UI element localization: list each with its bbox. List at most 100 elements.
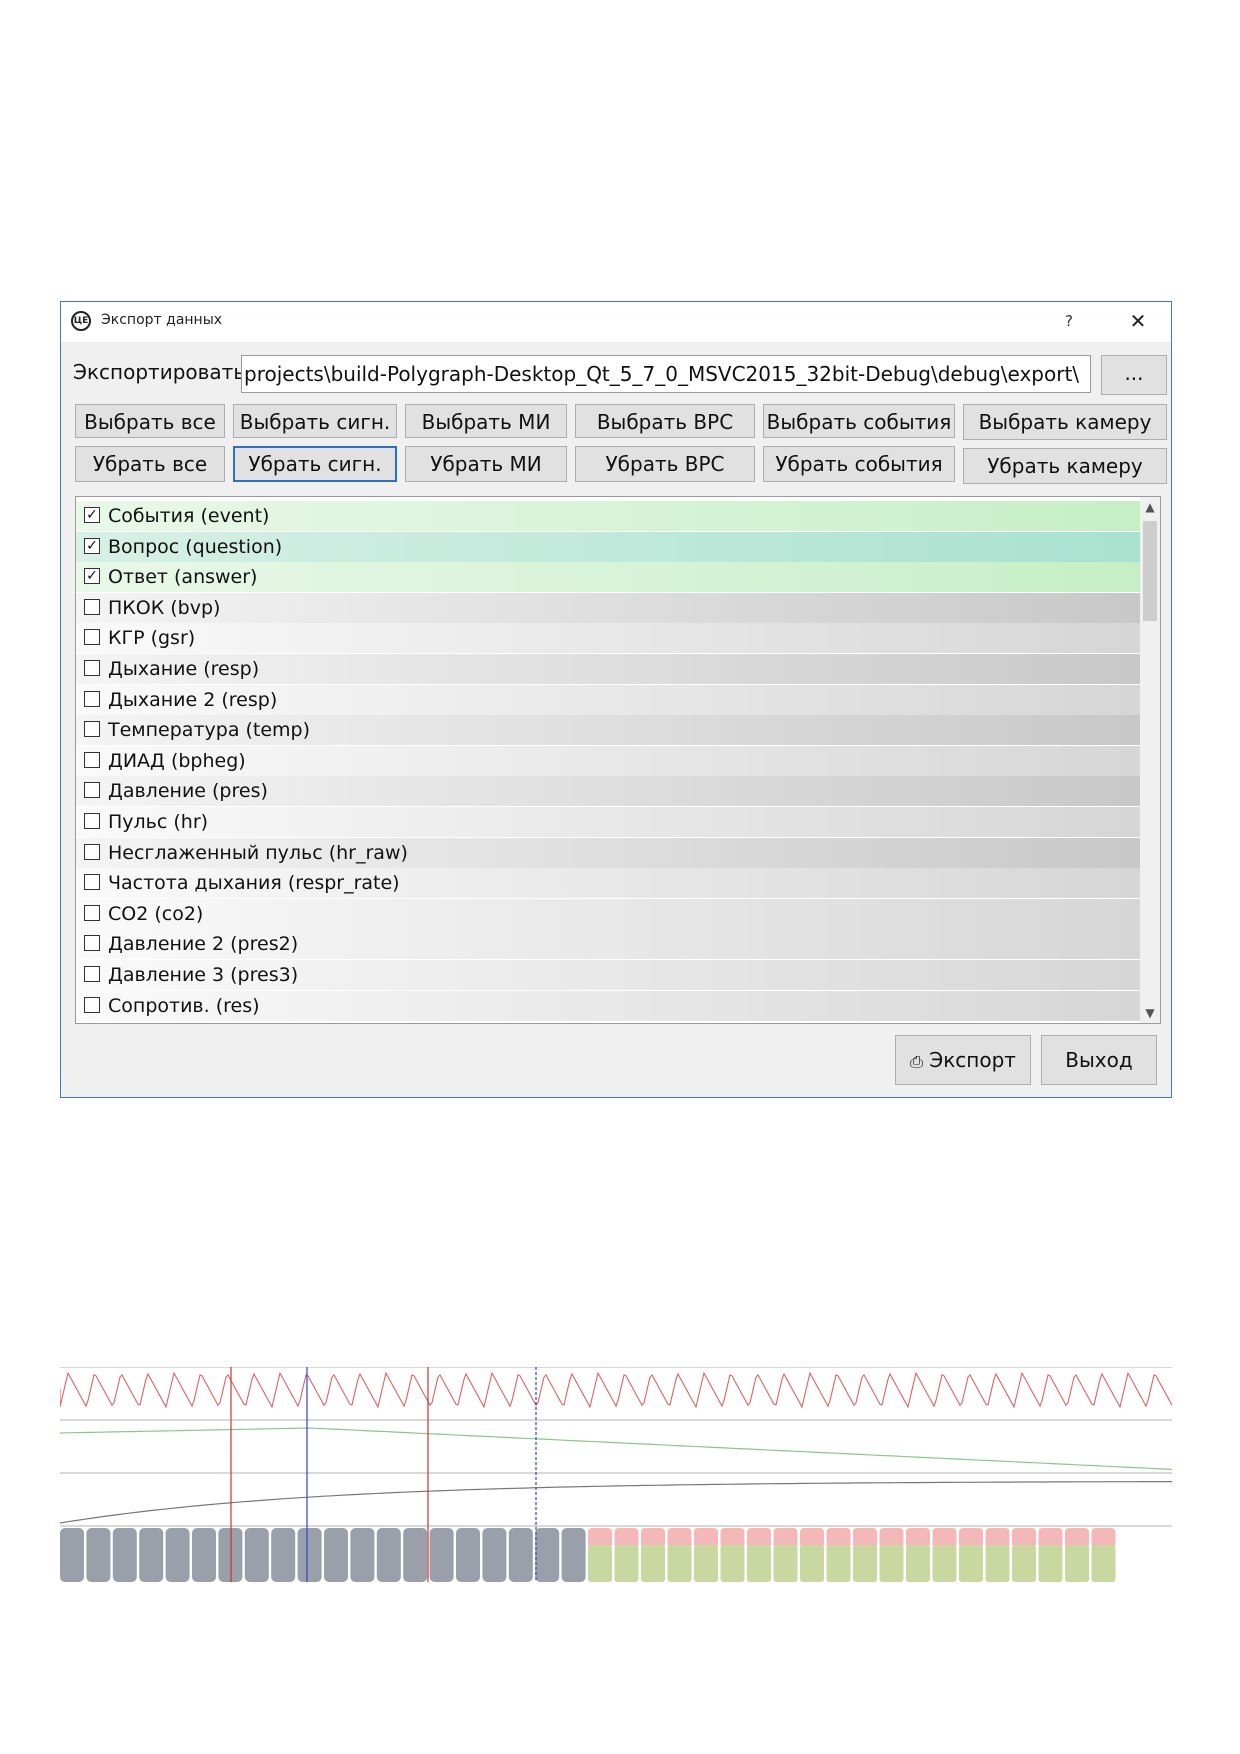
answer-block xyxy=(853,1545,877,1582)
gsr-waveform xyxy=(60,1427,1172,1470)
event-block xyxy=(244,1528,269,1582)
checkbox-unchecked-icon[interactable] xyxy=(84,904,100,921)
deselect-all-button[interactable]: Убрать все xyxy=(75,446,225,482)
channel-label: Несглаженный пульс (hr_raw) xyxy=(108,841,408,864)
channel-row[interactable]: Пульс (hr) xyxy=(76,807,1140,837)
channel-row[interactable]: ДИАД (bpheg) xyxy=(76,745,1140,776)
channel-row[interactable]: Давление (pres) xyxy=(76,776,1140,807)
checkbox-unchecked-icon[interactable] xyxy=(84,996,100,1013)
channel-row[interactable]: ✓ События (event) xyxy=(76,501,1140,531)
channel-row[interactable]: Несглаженный пульс (hr_raw) xyxy=(76,837,1140,868)
channel-row[interactable]: ✓ Вопрос (question) xyxy=(76,531,1140,562)
close-button[interactable]: ✕ xyxy=(1121,306,1155,336)
event-block xyxy=(482,1528,507,1582)
checkbox-unchecked-icon[interactable] xyxy=(84,629,100,646)
select-mi-button[interactable]: Выбрать МИ xyxy=(405,404,567,438)
channel-row[interactable]: ✓ Ответ (answer) xyxy=(76,562,1140,593)
scroll-up-arrow-icon[interactable]: ▲ xyxy=(1140,497,1160,517)
answer-block xyxy=(906,1545,930,1582)
temperature-waveform xyxy=(60,1481,1172,1524)
exit-button[interactable]: Выход xyxy=(1041,1035,1157,1085)
checkbox-unchecked-icon[interactable] xyxy=(84,751,100,768)
signal-waveform-preview xyxy=(60,1367,1172,1582)
browse-button[interactable]: ... xyxy=(1101,355,1167,395)
checkbox-unchecked-icon[interactable] xyxy=(84,813,100,829)
select-signals-button[interactable]: Выбрать сигн. xyxy=(233,404,397,438)
channel-label: CO2 (co2) xyxy=(108,902,204,925)
export-path-label: Экспортировать xyxy=(73,360,246,384)
event-block xyxy=(112,1528,137,1582)
event-block xyxy=(376,1528,401,1582)
channel-label: Сопротив. (res) xyxy=(108,994,260,1017)
answer-block xyxy=(1012,1545,1036,1582)
list-scrollbar[interactable]: ▲ ▼ xyxy=(1140,497,1160,1023)
channel-label: Частота дыхания (respr_rate) xyxy=(108,872,400,895)
scrollbar-thumb[interactable] xyxy=(1143,521,1157,621)
channel-list[interactable]: ✓ События (event) ✓ Вопрос (question) ✓ Ответ… xyxy=(75,496,1161,1024)
channel-label: Давление 2 (pres2) xyxy=(108,933,299,956)
event-block xyxy=(456,1528,480,1582)
deselect-vrs-button[interactable]: Убрать ВРС xyxy=(575,446,755,482)
channel-row[interactable]: Частота дыхания (respr_rate) xyxy=(76,868,1140,899)
help-button[interactable]: ? xyxy=(1053,306,1085,336)
pulse-waveform xyxy=(60,1371,1172,1409)
channel-row[interactable]: Дыхание 2 (resp) xyxy=(76,684,1140,715)
answer-block xyxy=(720,1545,745,1582)
checkbox-unchecked-icon[interactable] xyxy=(84,966,100,982)
checkbox-unchecked-icon[interactable] xyxy=(84,721,100,738)
select-events-button[interactable]: Выбрать события xyxy=(763,404,955,438)
deselect-events-button[interactable]: Убрать события xyxy=(763,446,955,482)
answer-block xyxy=(800,1545,824,1582)
channel-row[interactable]: КГР (gsr) xyxy=(76,623,1140,654)
checkbox-unchecked-icon[interactable] xyxy=(84,935,100,952)
event-block xyxy=(508,1528,533,1582)
event-block xyxy=(139,1528,164,1582)
channel-label: Давление 3 (pres3) xyxy=(108,964,299,986)
title-bar[interactable]: ЦЕ Экспорт данных ? ✕ xyxy=(61,302,1171,342)
answer-block xyxy=(826,1545,851,1582)
channel-label: События (event) xyxy=(108,505,270,527)
select-camera-button[interactable]: Выбрать камеру xyxy=(963,404,1167,440)
event-block xyxy=(297,1528,322,1582)
checkbox-checked-icon[interactable]: ✓ xyxy=(84,568,100,585)
channel-row[interactable]: Давление 3 (pres3) xyxy=(76,960,1140,990)
select-vrs-button[interactable]: Выбрать ВРС xyxy=(575,404,755,438)
checkbox-unchecked-icon[interactable] xyxy=(84,843,100,860)
polygraph-logo-icon: ЦЕ xyxy=(71,311,91,331)
checkbox-checked-icon[interactable]: ✓ xyxy=(84,507,100,523)
channel-row[interactable]: Температура (temp) xyxy=(76,715,1140,746)
event-block xyxy=(60,1528,84,1582)
deselect-signals-button[interactable]: Убрать сигн. xyxy=(233,446,397,482)
checkbox-checked-icon[interactable]: ✓ xyxy=(84,537,100,554)
deselect-camera-button[interactable]: Убрать камеру xyxy=(963,448,1167,484)
export-dialog: ЦЕ Экспорт данных ? ✕ Экспортировать pro… xyxy=(60,301,1172,1098)
checkbox-unchecked-icon[interactable] xyxy=(84,690,100,707)
checkbox-unchecked-icon[interactable] xyxy=(84,660,100,676)
deselect-mi-button[interactable]: Убрать МИ xyxy=(405,446,567,482)
channel-row[interactable]: Сопротив. (res) xyxy=(76,990,1140,1021)
channel-row[interactable]: Давление 2 (pres2) xyxy=(76,929,1140,960)
export-path-input[interactable]: projects\build-Polygraph-Desktop_Qt_5_7_… xyxy=(241,355,1091,393)
channel-label: КГР (gsr) xyxy=(108,627,196,650)
answer-block xyxy=(641,1545,665,1582)
scroll-down-arrow-icon[interactable]: ▼ xyxy=(1140,1003,1160,1023)
export-button-label: Экспорт xyxy=(929,1048,1016,1072)
answer-block xyxy=(959,1545,983,1582)
export-button[interactable]: ⎙ Экспорт xyxy=(895,1035,1031,1085)
channel-label: Дыхание 2 (resp) xyxy=(108,688,278,711)
channel-label: Давление (pres) xyxy=(108,780,268,803)
checkbox-unchecked-icon[interactable] xyxy=(84,874,100,891)
checkbox-unchecked-icon[interactable] xyxy=(84,782,100,799)
channel-label: Вопрос (question) xyxy=(108,535,283,558)
answer-block xyxy=(773,1545,798,1582)
channel-row[interactable]: CO2 (co2) xyxy=(76,898,1140,929)
channel-row[interactable]: Дыхание (resp) xyxy=(76,654,1140,684)
channel-label: Пульс (hr) xyxy=(108,811,209,833)
channel-row[interactable]: ПКОК (bvp) xyxy=(76,592,1140,623)
window-title: Экспорт данных xyxy=(101,312,223,328)
event-block xyxy=(165,1528,190,1582)
channel-label: ПКОК (bvp) xyxy=(108,596,221,619)
answer-block xyxy=(985,1545,1010,1582)
checkbox-unchecked-icon[interactable] xyxy=(84,598,100,615)
select-all-button[interactable]: Выбрать все xyxy=(75,404,225,438)
